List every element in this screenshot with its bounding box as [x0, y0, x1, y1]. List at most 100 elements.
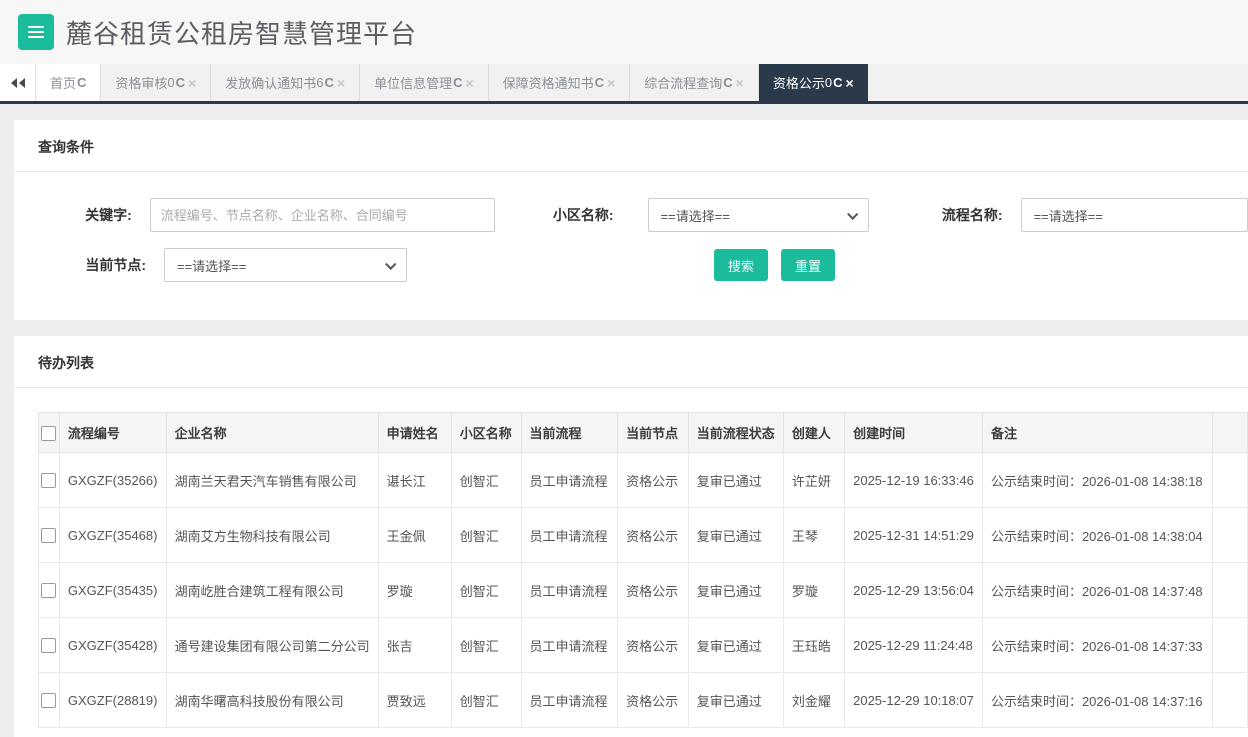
refresh-icon[interactable]: C [833, 75, 842, 90]
table-cell: 资格公示 [618, 618, 689, 673]
current-node-label: 当前节点: [14, 255, 164, 275]
table-cell: 复审已通过 [688, 673, 783, 728]
row-checkbox[interactable] [41, 638, 56, 653]
tab-label: 资格审核 [115, 73, 167, 92]
tab-label: 发放确认通知书 [225, 73, 316, 92]
table-cell: 资格公示 [618, 563, 689, 618]
todo-panel: 待办列表 流程编号企业名称申请姓名小区名称当前流程当前节点当前流程状态创建人创建… [14, 336, 1248, 737]
refresh-icon[interactable]: C [453, 75, 462, 90]
table-cell: 刘金耀 [783, 673, 844, 728]
refresh-icon[interactable]: C [176, 75, 185, 90]
search-button[interactable]: 搜索 [714, 249, 768, 281]
process-label: 流程名称: [869, 205, 1021, 225]
refresh-icon[interactable]: C [595, 75, 604, 90]
row-checkbox[interactable] [41, 528, 56, 543]
todo-table-head: 流程编号企业名称申请姓名小区名称当前流程当前节点当前流程状态创建人创建时间备注 [39, 413, 1248, 453]
close-icon[interactable]: × [736, 75, 744, 91]
table-cell: 谌长江 [378, 453, 451, 508]
table-cell: 贾致远 [378, 673, 451, 728]
table-cell: 员工申请流程 [521, 453, 618, 508]
row-checkbox[interactable] [41, 473, 56, 488]
column-header: 申请姓名 [378, 413, 451, 453]
table-cell: 资格公示 [618, 453, 689, 508]
table-cell: GXGZF(35266) [59, 453, 166, 508]
tab-count-badge: 0 [167, 75, 174, 90]
tab-label: 综合流程查询 [644, 73, 722, 92]
process-select-value: ==请选择== [1034, 206, 1103, 225]
tab-0[interactable]: 首页C [36, 64, 101, 101]
keyword-input[interactable] [150, 198, 495, 232]
table-cell: 湖南华曙高科技股份有限公司 [166, 673, 378, 728]
query-filters: 关键字: 小区名称: ==请选择== 流程名称: ==请选择== 当前节点: =… [14, 172, 1248, 320]
query-panel: 查询条件 关键字: 小区名称: ==请选择== 流程名称: ==请选择== 当前… [14, 120, 1248, 320]
table-cell: 湖南屹胜合建筑工程有限公司 [166, 563, 378, 618]
column-header: 当前节点 [618, 413, 689, 453]
current-node-select[interactable]: ==请选择== [164, 248, 407, 282]
table-cell: 员工申请流程 [521, 508, 618, 563]
page-title: 麓谷租赁公租房智慧管理平台 [66, 14, 417, 51]
table-cell: 湖南兰天君天汽车销售有限公司 [166, 453, 378, 508]
tab-label: 首页 [50, 73, 76, 92]
tab-6[interactable]: 资格公示0C× [759, 64, 868, 101]
table-cell: 公示结束时间：2026-01-08 14:37:16 [982, 673, 1212, 728]
select-all-checkbox[interactable] [41, 426, 56, 441]
tab-3[interactable]: 单位信息管理C× [360, 64, 489, 101]
refresh-icon[interactable]: C [324, 75, 333, 90]
tab-1[interactable]: 资格审核0C× [101, 64, 211, 101]
close-icon[interactable]: × [607, 75, 615, 91]
table-cell: 创智汇 [451, 618, 521, 673]
table-cell-filler [1213, 618, 1248, 673]
table-row: GXGZF(35428)通号建设集团有限公司第二分公司张吉创智汇员工申请流程资格… [39, 618, 1248, 673]
table-row: GXGZF(35468)湖南艾方生物科技有限公司王金佩创智汇员工申请流程资格公示… [39, 508, 1248, 563]
hamburger-icon [28, 31, 44, 33]
community-select[interactable]: ==请选择== [648, 198, 869, 232]
close-icon[interactable]: × [845, 75, 853, 91]
table-cell: 创智汇 [451, 508, 521, 563]
tab-5[interactable]: 综合流程查询C × [630, 64, 759, 101]
todo-table-body: GXGZF(35266)湖南兰天君天汽车销售有限公司谌长江创智汇员工申请流程资格… [39, 453, 1248, 728]
tab-4[interactable]: 保障资格通知书C× [489, 64, 631, 101]
table-cell: 王珏皓 [783, 618, 844, 673]
table-header-row: 流程编号企业名称申请姓名小区名称当前流程当前节点当前流程状态创建人创建时间备注 [39, 413, 1248, 453]
close-icon[interactable]: × [465, 75, 473, 91]
table-cell: 员工申请流程 [521, 618, 618, 673]
column-header: 流程编号 [59, 413, 166, 453]
tab-2[interactable]: 发放确认通知书6C × [211, 64, 360, 101]
query-panel-title: 查询条件 [14, 120, 1248, 172]
column-header: 创建人 [783, 413, 844, 453]
row-checkbox-cell [39, 508, 60, 563]
tab-count-badge: 6 [316, 75, 323, 90]
refresh-icon[interactable]: C [723, 75, 732, 90]
row-checkbox[interactable] [41, 583, 56, 598]
filter-row-1: 关键字: 小区名称: ==请选择== 流程名称: ==请选择== [14, 198, 1248, 232]
refresh-icon[interactable]: C [77, 75, 86, 90]
column-header: 备注 [982, 413, 1212, 453]
table-cell: 复审已通过 [688, 453, 783, 508]
table-cell: 2025-12-31 14:51:29 [845, 508, 983, 563]
table-cell: 资格公示 [618, 673, 689, 728]
tab-count-badge: 0 [825, 75, 832, 90]
table-cell: 公示结束时间：2026-01-08 14:37:33 [982, 618, 1212, 673]
table-cell: 2025-12-29 10:18:07 [845, 673, 983, 728]
reset-button[interactable]: 重置 [781, 249, 835, 281]
table-cell: 公示结束时间：2026-01-08 14:37:48 [982, 563, 1212, 618]
community-label: 小区名称: [495, 205, 648, 225]
table-cell: 2025-12-29 11:24:48 [845, 618, 983, 673]
collapse-tabs-button[interactable] [0, 64, 36, 101]
todo-panel-title: 待办列表 [14, 336, 1248, 388]
table-cell: 王金佩 [378, 508, 451, 563]
process-select[interactable]: ==请选择== [1021, 198, 1248, 232]
double-left-arrow-icon [19, 78, 25, 88]
select-all-header-cell [39, 413, 60, 453]
column-header: 小区名称 [451, 413, 521, 453]
table-cell: 创智汇 [451, 453, 521, 508]
table-cell: 公示结束时间：2026-01-08 14:38:04 [982, 508, 1212, 563]
row-checkbox[interactable] [41, 693, 56, 708]
close-icon[interactable]: × [337, 75, 345, 91]
close-icon[interactable]: × [188, 75, 196, 91]
community-select-value: ==请选择== [661, 206, 730, 225]
table-cell: 复审已通过 [688, 508, 783, 563]
hamburger-menu-button[interactable] [18, 14, 54, 50]
row-checkbox-cell [39, 618, 60, 673]
table-cell: 员工申请流程 [521, 673, 618, 728]
